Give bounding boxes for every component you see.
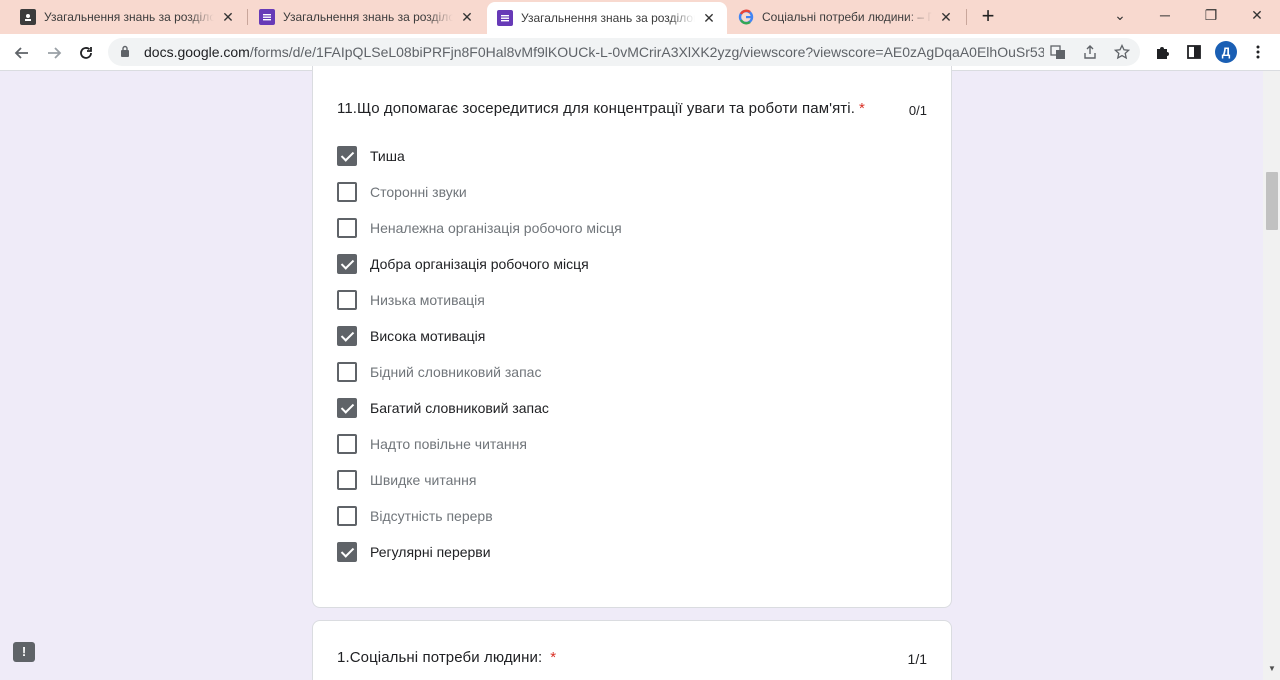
- lock-icon: [120, 45, 134, 60]
- option-label: Низька мотивація: [370, 292, 485, 308]
- option-label: Неналежна організація робочого місця: [370, 220, 622, 236]
- window-close-button[interactable]: ✕: [1234, 0, 1280, 30]
- required-mark: *: [550, 649, 557, 666]
- checkbox-unchecked-icon[interactable]: [337, 290, 357, 310]
- page-scrollbar[interactable]: [1263, 71, 1280, 680]
- bookmark-star-icon[interactable]: [1112, 42, 1132, 62]
- option-label: Надто повільне читання: [370, 436, 527, 452]
- translate-icon[interactable]: [1048, 42, 1068, 62]
- tab-title: Соціальні потреби людини: – П: [762, 10, 932, 24]
- forms-icon: [259, 9, 275, 25]
- option-checkbox[interactable]: Бідний словниковий запас: [337, 360, 541, 384]
- close-icon[interactable]: ✕: [459, 9, 475, 26]
- question-card-11: 11.Що допомагає зосередитися для концент…: [312, 66, 952, 608]
- checkbox-checked-icon[interactable]: [337, 146, 357, 166]
- close-icon[interactable]: ✕: [938, 9, 954, 26]
- checkbox-unchecked-icon[interactable]: [337, 506, 357, 526]
- option-label: Регулярні перерви: [370, 544, 491, 560]
- checkbox-checked-icon[interactable]: [337, 326, 357, 346]
- address-bar[interactable]: docs.google.com/forms/d/e/1FAIpQLSeL08bi…: [108, 38, 1140, 66]
- option-label: Висока мотивація: [370, 328, 486, 344]
- question-score: 1/1: [907, 651, 927, 667]
- tab-search-button[interactable]: ⌄: [1097, 0, 1143, 30]
- checkbox-unchecked-icon[interactable]: [337, 470, 357, 490]
- option-label: Багатий словниковий запас: [370, 400, 549, 416]
- option-checkbox[interactable]: Швидке читання: [337, 468, 476, 492]
- back-arrow-icon[interactable]: [9, 40, 35, 66]
- question-card-1: 1.Соціальні потреби людини: * 1/1: [312, 620, 952, 680]
- share-icon[interactable]: [1080, 42, 1100, 62]
- side-panel-icon[interactable]: [1182, 40, 1206, 64]
- option-checkbox[interactable]: Добра організація робочого місця: [337, 252, 589, 276]
- option-label: Добра організація робочого місця: [370, 256, 589, 272]
- scrollbar-thumb[interactable]: [1266, 172, 1278, 230]
- option-checkbox[interactable]: Відсутність перерв: [337, 504, 493, 528]
- close-icon[interactable]: ✕: [701, 10, 717, 27]
- option-checkbox[interactable]: Сторонні звуки: [337, 180, 467, 204]
- tab-forms-active[interactable]: Узагальнення знань за розділом ✕: [487, 2, 727, 34]
- classroom-icon: [20, 9, 36, 25]
- tab-title: Узагальнення знань за розділом: [283, 10, 453, 24]
- reload-icon[interactable]: [73, 40, 99, 66]
- option-checkbox[interactable]: Висока мотивація: [337, 324, 485, 348]
- forms-icon: [497, 10, 513, 26]
- checkbox-unchecked-icon[interactable]: [337, 434, 357, 454]
- tab-divider: [247, 9, 248, 25]
- question-title: 1.Соціальні потреби людини: *: [337, 649, 557, 666]
- option-label: Швидке читання: [370, 472, 477, 488]
- restore-button[interactable]: ❐: [1188, 0, 1234, 30]
- question-score: 0/1: [908, 103, 927, 118]
- minimize-button[interactable]: ─: [1142, 0, 1188, 30]
- checkbox-unchecked-icon[interactable]: [337, 362, 357, 382]
- forward-arrow-icon[interactable]: [41, 40, 67, 66]
- checkbox-checked-icon[interactable]: [337, 254, 357, 274]
- question-title: 11.Що допомагає зосередитися для концент…: [337, 100, 865, 117]
- option-label: Сторонні звуки: [370, 184, 467, 200]
- checkbox-checked-icon[interactable]: [337, 542, 357, 562]
- url-text: docs.google.com/forms/d/e/1FAIpQLSeL08bi…: [144, 44, 1044, 60]
- tab-forms-1[interactable]: Узагальнення знань за розділом ✕: [249, 0, 485, 34]
- tab-title: Узагальнення знань за розділом: [44, 10, 214, 24]
- option-label: Відсутність перерв: [370, 508, 493, 524]
- checkbox-unchecked-icon[interactable]: [337, 182, 357, 202]
- tab-title: Узагальнення знань за розділом: [521, 11, 695, 25]
- extensions-puzzle-icon[interactable]: [1150, 40, 1174, 64]
- tab-classroom[interactable]: Узагальнення знань за розділом ✕: [10, 0, 246, 34]
- option-checkbox[interactable]: Регулярні перерви: [337, 540, 491, 564]
- option-checkbox[interactable]: Неналежна організація робочого місця: [337, 216, 622, 240]
- report-feedback-icon[interactable]: !: [13, 642, 35, 662]
- checkbox-checked-icon[interactable]: [337, 398, 357, 418]
- option-checkbox[interactable]: Тиша: [337, 144, 405, 168]
- checkbox-unchecked-icon[interactable]: [337, 218, 357, 238]
- option-checkbox[interactable]: Низька мотивація: [337, 288, 485, 312]
- menu-kebab-icon[interactable]: [1246, 40, 1270, 64]
- option-label: Бідний словниковий запас: [370, 364, 542, 380]
- option-checkbox[interactable]: Багатий словниковий запас: [337, 396, 549, 420]
- close-icon[interactable]: ✕: [220, 9, 236, 26]
- option-checkbox[interactable]: Надто повільне читання: [337, 432, 527, 456]
- profile-avatar[interactable]: Д: [1215, 41, 1237, 63]
- option-label: Тиша: [370, 148, 405, 164]
- google-icon: [738, 9, 754, 25]
- scroll-down-arrow-icon[interactable]: ▼: [1266, 664, 1278, 676]
- tab-strip: Узагальнення знань за розділом ✕ Узагаль…: [0, 0, 1280, 34]
- new-tab-button[interactable]: +: [976, 5, 1000, 29]
- tab-divider: [966, 9, 967, 25]
- tab-google-search[interactable]: Соціальні потреби людини: – П ✕: [728, 0, 964, 34]
- required-mark: *: [858, 100, 865, 117]
